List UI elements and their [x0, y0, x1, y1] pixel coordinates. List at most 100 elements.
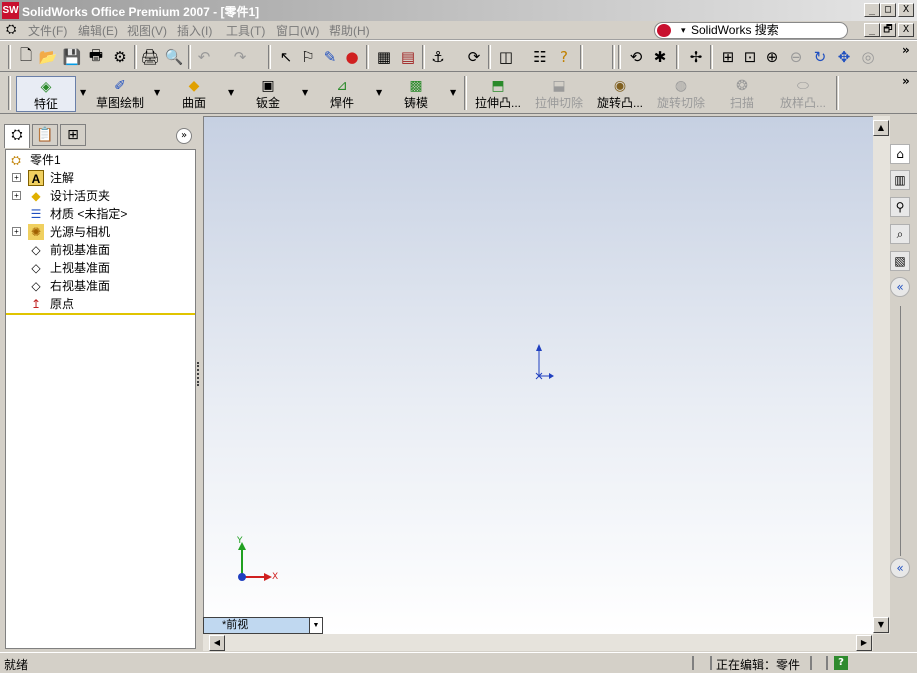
view-tab[interactable]: *前视 ▼ [203, 617, 323, 634]
splitter-grip[interactable] [197, 362, 201, 386]
save-icon[interactable]: 💾 [62, 47, 82, 67]
maximize-button[interactable]: □ [880, 3, 896, 17]
scroll-up-icon[interactable]: ▲ [873, 120, 889, 136]
vertical-scrollbar[interactable]: ▲ ▼ [873, 116, 890, 634]
brick-icon[interactable]: ▤ [398, 47, 418, 67]
rollback-bar[interactable] [6, 313, 195, 315]
collapse-icon[interactable]: « [890, 277, 910, 297]
sweep-button[interactable]: ❂ 扫描 [726, 76, 758, 112]
preview-icon[interactable]: 🔍 [164, 47, 184, 67]
rebuild-icon[interactable]: ⟳ [464, 47, 484, 67]
rotate-view-icon[interactable]: ↻ [810, 47, 830, 67]
revolve-cut-button[interactable]: ◍ 旋转切除 [654, 76, 708, 112]
pan-icon[interactable]: ✢ [686, 47, 706, 67]
cm-mold-tab[interactable]: ▩ 铸模 [398, 76, 434, 112]
panel-collapse-button[interactable]: » [176, 128, 192, 144]
tree-item-lights-cameras[interactable]: + ✺ 光源与相机 [6, 223, 195, 241]
tree-item-design-binder[interactable]: + ◆ 设计活页夹 [6, 187, 195, 205]
cm-sketch-tab[interactable]: ✐ 草图绘制 [92, 76, 148, 112]
undo-icon[interactable]: ↶ [194, 47, 214, 67]
menu-tools[interactable]: 工具(T) [226, 22, 265, 39]
doc-minimize-button[interactable]: _ [864, 23, 880, 37]
feature-manager-tab[interactable]: ⛭ [4, 124, 30, 148]
weldments-dropdown-icon[interactable]: ▼ [376, 88, 382, 97]
menu-file[interactable]: 文件(F) [28, 22, 67, 39]
search-dropdown-icon[interactable]: ▾ [681, 23, 686, 38]
explorer-icon[interactable]: ⚲ [890, 197, 910, 217]
select-other-icon[interactable]: ⚐ [298, 47, 318, 67]
mold-dropdown-icon[interactable]: ▼ [450, 88, 456, 97]
new-icon[interactable]: 🗋 [16, 46, 36, 67]
open-icon[interactable]: 📂 [38, 47, 58, 67]
home-icon[interactable]: ⌂ [890, 144, 910, 164]
display-icon[interactable]: ◫ [496, 47, 516, 67]
toolbar-more-icon[interactable]: » [902, 43, 910, 57]
tree-root[interactable]: ⛭ 零件1 [6, 151, 195, 169]
tree-item-top-plane[interactable]: ◇ 上视基准面 [6, 259, 195, 277]
doc-icon[interactable]: ⛭ [6, 22, 16, 37]
select-icon[interactable]: ↖ [276, 47, 296, 67]
scroll-right-icon[interactable]: ▶ [856, 635, 872, 651]
roll-icon[interactable]: ◎ [858, 47, 878, 67]
zoom-in-icon[interactable]: ⊕ [762, 47, 782, 67]
zoom-out-icon[interactable]: ⊖ [786, 47, 806, 67]
revolve-boss-button[interactable]: ◉ 旋转凸... [592, 76, 648, 112]
extrude-boss-button[interactable]: ⬒ 拉伸凸... [470, 76, 526, 112]
help-icon[interactable]: ? [554, 47, 574, 67]
palette-icon[interactable]: ▧ [890, 251, 910, 271]
menu-insert[interactable]: 插入(I) [177, 22, 212, 39]
expand-icon[interactable]: + [12, 191, 21, 200]
menu-help[interactable]: 帮助(H) [329, 22, 370, 39]
doc-close-button[interactable]: X [898, 23, 914, 37]
search-box[interactable]: ▾ SolidWorks 搜索 [654, 22, 848, 39]
doc-restore-button[interactable]: 🗗 [880, 23, 896, 37]
panel-splitter[interactable] [196, 116, 202, 652]
task-pane-expand-icon[interactable]: « [890, 558, 910, 578]
instant-icon[interactable]: ⚓ [428, 47, 448, 67]
search-pane-icon[interactable]: ⌕ [890, 224, 910, 244]
sheetmetal-dropdown-icon[interactable]: ▼ [302, 88, 308, 97]
extrude-cut-button[interactable]: ⬓ 拉伸切除 [532, 76, 586, 112]
cm-surfaces-tab[interactable]: ◆ 曲面 [176, 76, 212, 112]
traffic-light-icon[interactable]: ● [342, 47, 362, 67]
tree-item-right-plane[interactable]: ◇ 右视基准面 [6, 277, 195, 295]
tree-item-material[interactable]: ☰ 材质 <未指定> [6, 205, 195, 223]
property-manager-tab[interactable]: 📋 [32, 124, 58, 146]
close-button[interactable]: X [898, 3, 914, 17]
properties-icon[interactable]: ☷ [530, 47, 550, 67]
tree-item-annotations[interactable]: + A 注解 [6, 169, 195, 187]
scroll-down-icon[interactable]: ▼ [873, 617, 889, 633]
sketch-icon[interactable]: ✎ [320, 47, 340, 67]
zoom-area-icon[interactable]: ⊡ [740, 47, 760, 67]
loft-boss-button[interactable]: ⬭ 放样凸... [776, 76, 830, 112]
minimize-button[interactable]: _ [864, 3, 880, 17]
snap-icon[interactable]: ✱ [650, 47, 670, 67]
view-dropdown-icon[interactable]: ▼ [309, 618, 322, 633]
surfaces-dropdown-icon[interactable]: ▼ [228, 88, 234, 97]
features-dropdown-icon[interactable]: ▼ [80, 88, 86, 97]
cm-features-tab[interactable]: ◈ 特征 [16, 76, 76, 112]
graphics-area[interactable]: Y X [203, 116, 873, 634]
options-icon[interactable]: ⚙ [110, 47, 130, 67]
menu-window[interactable]: 窗口(W) [276, 22, 319, 39]
grid-icon[interactable]: ▦ [374, 47, 394, 67]
cm-sheetmetal-tab[interactable]: ▣ 钣金 [250, 76, 286, 112]
sketch-dropdown-icon[interactable]: ▼ [154, 88, 160, 97]
cm-more-icon[interactable]: » [902, 74, 910, 88]
print-icon[interactable]: 🖨 [140, 47, 160, 67]
expand-icon[interactable]: + [12, 173, 21, 182]
cm-weldments-tab[interactable]: ⊿ 焊件 [324, 76, 360, 112]
horizontal-scrollbar[interactable]: ◀ ▶ [203, 634, 873, 651]
redo-icon[interactable]: ↷ [230, 47, 250, 67]
print-preview-icon[interactable]: 🖶 [86, 46, 106, 67]
tree-item-origin[interactable]: ↥ 原点 [6, 295, 195, 313]
menu-view[interactable]: 视图(V) [127, 22, 167, 39]
config-manager-tab[interactable]: ⊞ [60, 124, 86, 146]
zoom-fit-icon[interactable]: ⊞ [718, 47, 738, 67]
scroll-left-icon[interactable]: ◀ [209, 635, 225, 651]
expand-icon[interactable]: + [12, 227, 21, 236]
tree-item-front-plane[interactable]: ◇ 前视基准面 [6, 241, 195, 259]
library-icon[interactable]: ▥ [890, 170, 910, 190]
rotate-icon[interactable]: ⟲ [626, 47, 646, 67]
menu-edit[interactable]: 编辑(E) [78, 22, 118, 39]
